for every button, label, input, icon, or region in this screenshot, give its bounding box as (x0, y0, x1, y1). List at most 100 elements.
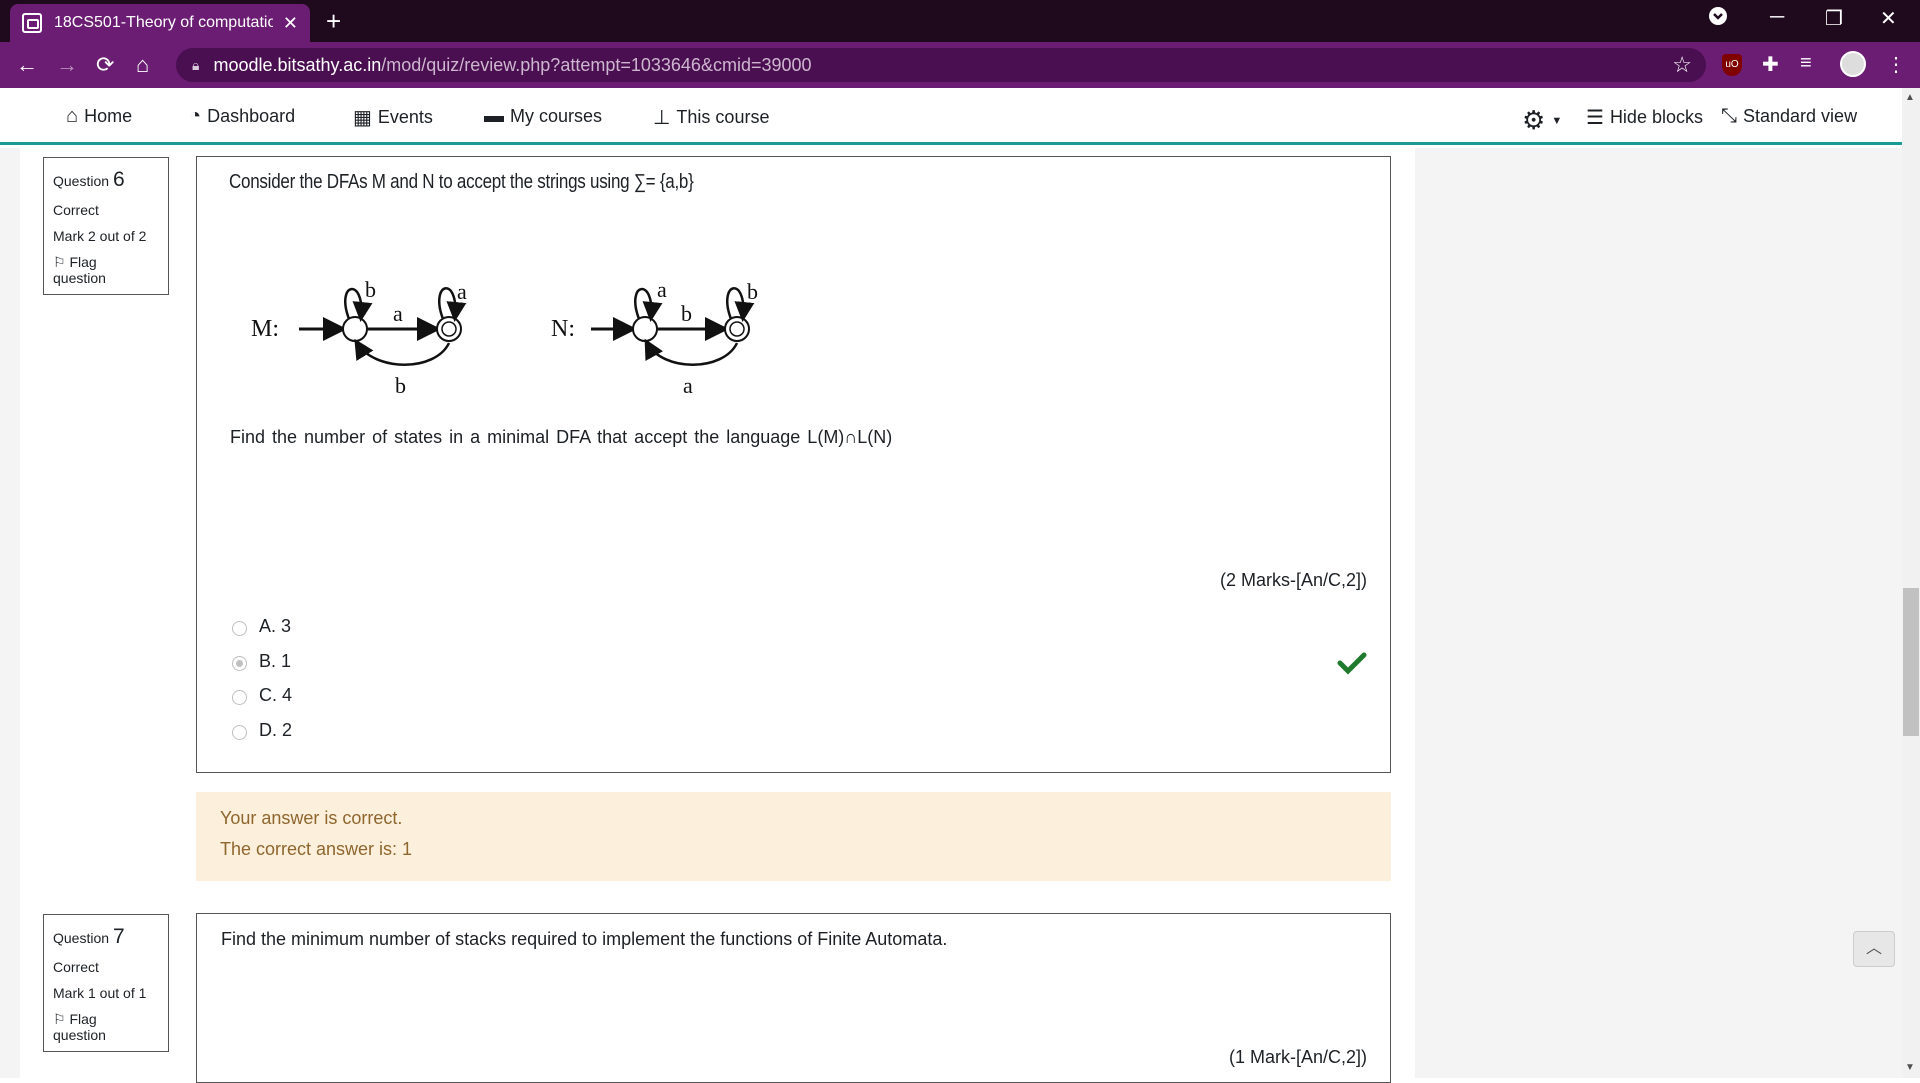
restore-icon[interactable]: ❐ (1825, 6, 1843, 31)
page-scrollbar[interactable] (1902, 88, 1920, 1078)
feedback-right-answer: The correct answer is: 1 (220, 839, 413, 859)
flag-icon: ⚐ (53, 254, 66, 270)
option-d-label: D. 2 (259, 720, 293, 740)
nav-home[interactable]: ⌂ Home (66, 105, 132, 128)
nav-my-courses[interactable]: ▬ My courses (484, 105, 602, 128)
chevron-up-icon: ︿ (1865, 940, 1882, 957)
hide-blocks-label: Hide blocks (1609, 107, 1703, 127)
dfa-m-label: M: (251, 316, 279, 342)
new-tab-button[interactable]: + (326, 6, 341, 37)
forward-icon[interactable]: → (56, 52, 78, 78)
feedback-correct-message: Your answer is correct. (220, 808, 403, 828)
url-host: moodle.bitsathy.ac.in (213, 54, 382, 75)
address-toolbar: ← → ⟳ ⌂ 🔒︎ moodle.bitsathy.ac.in /mod/qu… (0, 42, 1920, 88)
tab-close-icon[interactable]: ✕ (283, 13, 298, 34)
question-grade: Mark 2 out of 2 (53, 228, 147, 244)
standard-view-label: Standard view (1743, 106, 1858, 126)
radio-option-a[interactable] (232, 620, 247, 636)
bookmark-star-icon[interactable]: ☆ (1672, 52, 1692, 78)
gear-icon: ⚙ (1522, 105, 1546, 135)
nav-dashboard-label: Dashboard (207, 106, 296, 126)
nav-my-courses-label: My courses (510, 106, 603, 126)
nav-this-course[interactable]: ⊥ This course (653, 105, 769, 130)
browser-menu-icon[interactable]: ⋮ (1886, 52, 1906, 77)
n-state-final (724, 316, 750, 342)
radio-option-c[interactable] (232, 689, 247, 705)
flag-icon: ⚐ (53, 1011, 66, 1027)
question-7-content: Find the minimum number of stacks requir… (196, 913, 1391, 1083)
tab-search-icon[interactable] (1708, 6, 1728, 32)
m-state-final (436, 316, 462, 342)
settings-menu[interactable]: ⚙ ▼ (1522, 105, 1562, 136)
answer-option-b[interactable]: B. 1 (232, 651, 291, 672)
home-icon: ⌂ (66, 105, 79, 127)
back-to-top-button[interactable]: ︿ (1853, 931, 1895, 967)
scrollbar-thumb[interactable] (1903, 588, 1919, 736)
radio-option-b[interactable] (232, 655, 247, 671)
home-browser-icon[interactable]: ⌂ (136, 52, 149, 78)
flag-question-link[interactable]: ⚐ Flag question (53, 1011, 158, 1043)
moodle-favicon-icon (22, 13, 42, 33)
question-number: Question 7 (53, 925, 125, 948)
ublock-icon[interactable]: uO (1722, 54, 1742, 76)
hide-blocks-button[interactable]: ☰ Hide blocks (1586, 105, 1703, 130)
url-bar[interactable]: 🔒︎ moodle.bitsathy.ac.in /mod/quiz/revie… (176, 48, 1706, 82)
reload-icon[interactable]: ⟳ (96, 52, 114, 78)
sitemap-icon: ⊥ (653, 107, 671, 129)
m-state-start (342, 316, 368, 342)
question-6-marks: (2 Marks-[An/C,2]) (1219, 570, 1367, 590)
answer-option-a[interactable]: A. 3 (232, 616, 291, 637)
question-7-marks: (1 Mark-[An/C,2]) (1228, 1047, 1367, 1067)
question-6-feedback: Your answer is correct. The correct answ… (196, 792, 1391, 881)
m-edge-bottom-label: b (395, 373, 406, 398)
close-window-icon[interactable]: ✕ (1880, 6, 1897, 31)
dfa-diagram: M: b a a b N: a b b a (251, 277, 758, 398)
dashboard-icon: ◔ (189, 105, 202, 127)
extensions-icon[interactable]: ✚ (1762, 52, 1779, 77)
m-edge-top-label: a (393, 301, 403, 326)
option-c-label: C. 4 (259, 685, 293, 705)
browser-tab-bar: 18CS501-Theory of computation ✕ + ─ ❐ ✕ (0, 0, 1920, 42)
question-7-info: Question 7 Correct Mark 1 out of 1 ⚐ Fla… (43, 914, 169, 1052)
profile-avatar[interactable] (1840, 51, 1866, 77)
nav-home-label: Home (84, 106, 133, 126)
m-loop-label-1: b (365, 277, 376, 302)
answer-option-d[interactable]: D. 2 (232, 720, 292, 741)
back-icon[interactable]: ← (16, 52, 38, 78)
question-7-prompt: Find the minimum number of stacks requir… (221, 929, 948, 949)
n-loop-label-1: a (657, 277, 667, 302)
question-grade: Mark 1 out of 1 (53, 985, 147, 1001)
list-icon: ☰ (1586, 107, 1604, 129)
nav-events-label: Events (377, 107, 433, 127)
radio-option-d[interactable] (232, 724, 247, 740)
option-a-label: A. 3 (259, 616, 292, 636)
n-state-start (632, 316, 658, 342)
browser-tab[interactable]: 18CS501-Theory of computation ✕ (10, 4, 310, 42)
scroll-up-arrow-icon[interactable]: ▲ (1905, 92, 1915, 103)
question-6-prompt: Find the number of states in a minimal D… (230, 427, 893, 447)
n-loop-label-2: b (747, 279, 758, 304)
page-left-margin (0, 148, 20, 1078)
page-right-blocks-area (1415, 148, 1902, 1078)
standard-view-button[interactable]: ⤡ Standard view (1721, 105, 1857, 128)
url-path: /mod/quiz/review.php?attempt=1033646&cmi… (381, 54, 812, 75)
briefcase-icon: ▬ (484, 105, 504, 127)
question-state: Correct (53, 202, 99, 218)
caret-down-icon: ▼ (1551, 114, 1563, 127)
minimize-icon[interactable]: ─ (1770, 6, 1784, 29)
question-6-title: Consider the DFAs M and N to accept the … (229, 171, 694, 193)
answer-option-c[interactable]: C. 4 (232, 685, 292, 706)
question-6-content: Consider the DFAs M and N to accept the … (196, 156, 1391, 773)
media-queue-icon[interactable]: ≡ (1800, 52, 1812, 75)
lock-icon: 🔒︎ (192, 56, 200, 73)
nav-dashboard[interactable]: ◔ Dashboard (189, 105, 295, 128)
flag-question-link[interactable]: ⚐ Flag question (53, 254, 158, 286)
compress-icon: ⤡ (1721, 105, 1737, 127)
nav-this-course-label: This course (676, 107, 770, 127)
question-state: Correct (53, 959, 99, 975)
calendar-icon: ▦ (353, 107, 372, 129)
moodle-navbar: ⌂ Home ◔ Dashboard ▦ Events ▬ My courses… (0, 88, 1902, 145)
scroll-down-arrow-icon[interactable]: ▼ (1905, 1062, 1915, 1073)
m-loop-label-2: a (457, 279, 467, 304)
nav-events[interactable]: ▦ Events (353, 105, 433, 130)
